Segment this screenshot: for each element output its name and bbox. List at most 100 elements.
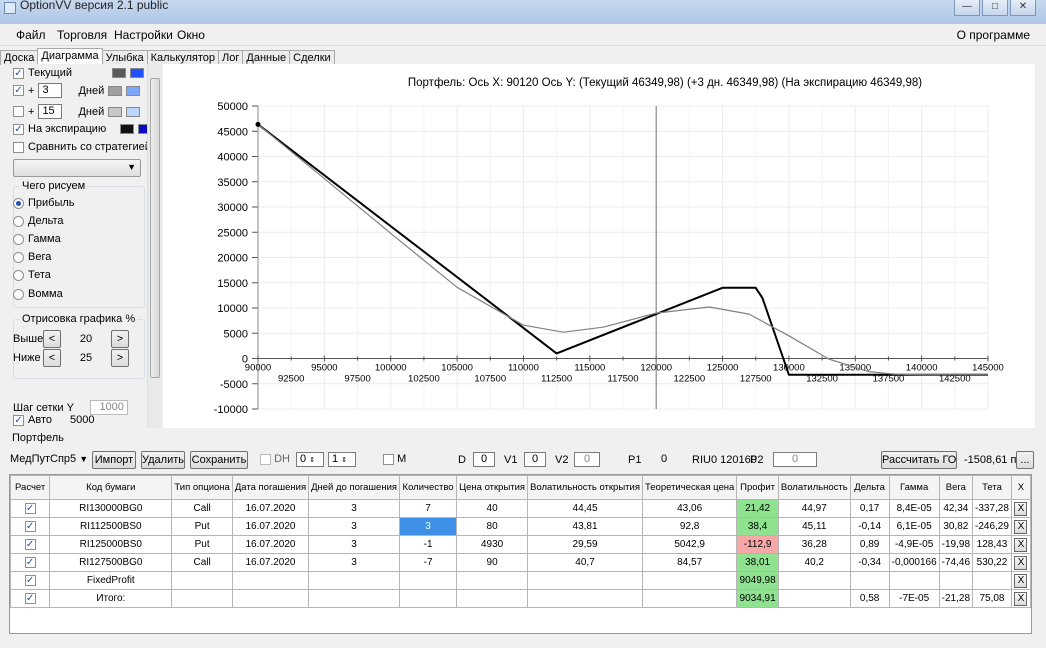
table-row[interactable]: ✓ RI112500BS0 Put 16.07.2020 3 3 80 43,81 92,8 38…: [9, 517, 1032, 536]
menu-trade[interactable]: Торговля: [57, 28, 107, 42]
col-code[interactable]: Код бумаги: [49, 475, 173, 500]
calc-checkbox-cell[interactable]: ✓: [9, 535, 51, 554]
grid-step-input[interactable]: 1000: [89, 400, 128, 415]
spin1-input[interactable]: 0 ⇕: [296, 452, 324, 467]
more-button[interactable]: ...: [1016, 451, 1034, 469]
tab-board[interactable]: Доска: [0, 50, 39, 65]
table-cell[interactable]: RI112500BS0: [49, 517, 173, 536]
table-cell[interactable]: 84,57: [641, 553, 738, 572]
current-color-swatch-2[interactable]: [130, 68, 144, 78]
table-cell[interactable]: 3: [308, 517, 401, 536]
table-cell[interactable]: 128,43: [972, 535, 1012, 554]
minimize-button[interactable]: —: [954, 0, 980, 16]
tab-data[interactable]: Данные: [242, 50, 291, 65]
radio-profit[interactable]: [13, 197, 24, 209]
table-cell[interactable]: -0,14: [849, 517, 890, 536]
table-cell[interactable]: -0,34: [849, 553, 890, 572]
spin1-arrows-icon[interactable]: ⇕: [309, 457, 315, 464]
calc-checkbox[interactable]: ✓: [24, 592, 36, 604]
table-row[interactable]: ✓ RI125000BS0 Put 16.07.2020 3 -1 4930 29,59 504…: [9, 535, 1032, 554]
table-cell[interactable]: 16.07.2020: [231, 553, 310, 572]
plus2-color-swatch[interactable]: [108, 106, 123, 117]
v2-input[interactable]: 0: [574, 452, 600, 467]
radio-vomma[interactable]: [13, 288, 24, 300]
table-cell[interactable]: -0,000166: [888, 553, 940, 572]
above-decrease-button[interactable]: <: [43, 330, 61, 348]
col-type[interactable]: Тип опциона: [171, 475, 233, 500]
col-calc[interactable]: Расчет: [9, 475, 51, 500]
fixed-profit-row[interactable]: ✓ FixedProfit 9049,98 X: [9, 571, 1032, 590]
menu-settings[interactable]: Настройки: [114, 28, 173, 42]
current-color-swatch[interactable]: [112, 68, 126, 78]
radio-vega[interactable]: [13, 251, 24, 263]
table-cell[interactable]: 44,45: [527, 499, 643, 518]
table-cell[interactable]: 45,11: [777, 517, 851, 536]
left-panel-scrollbar[interactable]: [147, 64, 162, 428]
remove-row-cell[interactable]: X: [1010, 571, 1032, 590]
col-profit[interactable]: Профит: [736, 475, 779, 500]
calc-checkbox-cell[interactable]: ✓: [9, 589, 51, 608]
table-cell[interactable]: RI127500BG0: [49, 553, 173, 572]
table-cell[interactable]: 80: [456, 517, 529, 536]
table-cell[interactable]: -19,98: [938, 535, 974, 554]
table-cell[interactable]: -246,29: [972, 517, 1012, 536]
tab-calculator[interactable]: Калькулятор: [146, 50, 220, 65]
table-cell[interactable]: 16.07.2020: [231, 535, 310, 554]
col-gamma[interactable]: Гамма: [888, 475, 940, 500]
table-cell[interactable]: Put: [171, 535, 233, 554]
compare-checkbox[interactable]: [13, 141, 24, 153]
table-cell[interactable]: -337,28: [972, 499, 1012, 518]
table-cell[interactable]: 30,82: [938, 517, 974, 536]
table-cell[interactable]: 40,2: [777, 553, 851, 572]
expiry-color-swatch[interactable]: [120, 124, 135, 134]
menu-file[interactable]: Файл: [16, 28, 46, 42]
m-checkbox[interactable]: [383, 453, 394, 465]
calc-checkbox[interactable]: ✓: [24, 556, 36, 568]
col-expiry[interactable]: Дата погашения: [231, 475, 310, 500]
table-cell[interactable]: 5042,9: [641, 535, 738, 554]
calc-checkbox[interactable]: ✓: [24, 502, 36, 514]
delete-button[interactable]: Удалить: [141, 451, 185, 469]
col-theta[interactable]: Тета: [972, 475, 1012, 500]
p2-input[interactable]: 0: [773, 452, 817, 467]
remove-row-button[interactable]: X: [1014, 573, 1028, 588]
table-cell[interactable]: 42,34: [938, 499, 974, 518]
import-button[interactable]: Импорт: [92, 451, 136, 469]
v1-input[interactable]: 0: [524, 452, 546, 467]
d-input[interactable]: 0: [473, 452, 495, 467]
remove-row-cell[interactable]: X: [1010, 589, 1032, 608]
table-cell[interactable]: 530,22: [972, 553, 1012, 572]
auto-checkbox[interactable]: ✓: [13, 414, 24, 426]
col-open-price[interactable]: Цена открытия: [456, 475, 529, 500]
table-cell[interactable]: RI130000BG0: [49, 499, 173, 518]
radio-gamma[interactable]: [13, 233, 24, 245]
table-cell[interactable]: -4,9E-05: [888, 535, 940, 554]
table-cell[interactable]: Call: [171, 553, 233, 572]
plus1-color-swatch-2[interactable]: [126, 85, 141, 96]
below-decrease-button[interactable]: <: [43, 349, 61, 367]
radio-theta[interactable]: [13, 269, 24, 281]
below-increase-button[interactable]: >: [111, 349, 129, 367]
col-theor-price[interactable]: Теоретическая цена: [641, 475, 738, 500]
remove-row-cell[interactable]: X: [1010, 517, 1032, 536]
calc-checkbox[interactable]: ✓: [24, 538, 36, 550]
table-cell[interactable]: 38,01: [736, 553, 779, 572]
table-cell[interactable]: -7: [399, 553, 458, 572]
table-row[interactable]: ✓ RI130000BG0 Call 16.07.2020 3 7 40 44,45 43,06…: [9, 499, 1032, 518]
table-cell[interactable]: -74,46: [938, 553, 974, 572]
tab-diagram[interactable]: Диаграмма: [37, 48, 103, 65]
table-cell[interactable]: 36,28: [777, 535, 851, 554]
tab-smile[interactable]: Улыбка: [101, 50, 148, 65]
remove-row-button[interactable]: X: [1014, 519, 1028, 534]
save-button[interactable]: Сохранить: [190, 451, 248, 469]
table-cell[interactable]: 3: [399, 517, 458, 536]
table-row[interactable]: ✓ RI127500BG0 Call 16.07.2020 3 -7 90 40,7 84,57…: [9, 553, 1032, 572]
table-cell[interactable]: 21,42: [736, 499, 779, 518]
table-cell[interactable]: -112,9: [736, 535, 779, 554]
table-cell[interactable]: 0,17: [849, 499, 890, 518]
table-cell[interactable]: 43,06: [641, 499, 738, 518]
spin2-input[interactable]: 1 ⇕: [328, 452, 356, 467]
expiry-checkbox[interactable]: ✓: [13, 123, 24, 135]
strategy-select[interactable]: ▼: [13, 159, 141, 177]
tab-log[interactable]: Лог: [218, 50, 244, 65]
